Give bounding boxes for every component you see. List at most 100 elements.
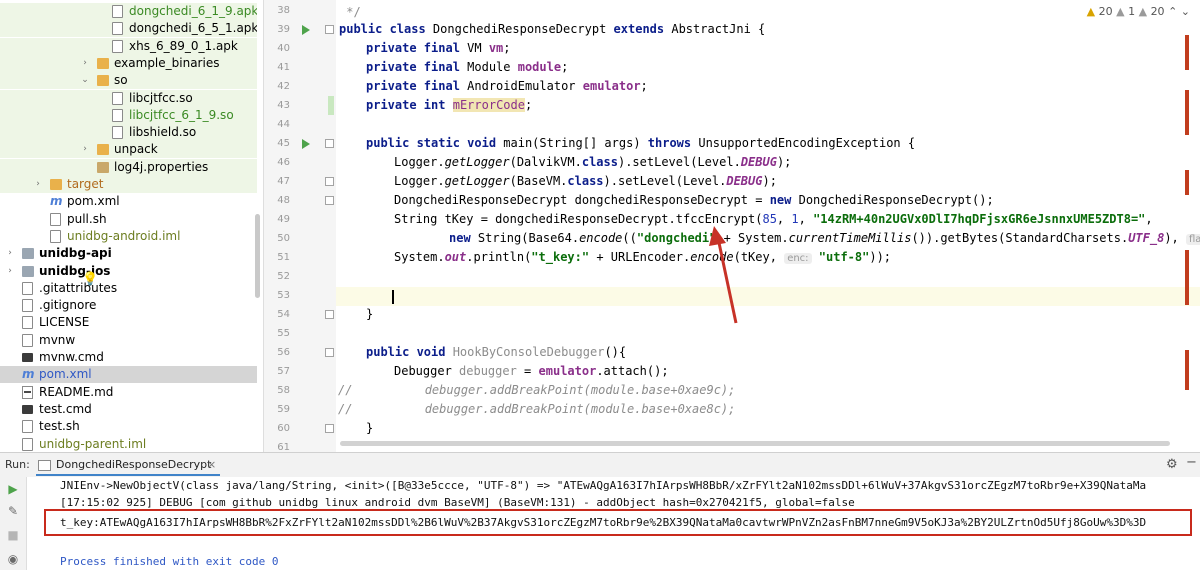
tree-item[interactable]: unidbg-parent.iml <box>0 436 257 453</box>
error-stripe-mark[interactable] <box>1185 170 1189 195</box>
fold-icon[interactable] <box>325 196 334 205</box>
tree-item[interactable]: xhs_6_89_0_1.apk <box>0 37 257 55</box>
code-line-40: private final VM vm; <box>366 41 511 55</box>
code-line-56: public void HookByConsoleDebugger(){ <box>366 345 627 359</box>
fold-icon[interactable] <box>325 139 334 148</box>
line-number: 53 <box>277 290 290 301</box>
line-number: 46 <box>277 157 290 168</box>
run-main-icon[interactable] <box>302 139 310 149</box>
folder-icon <box>97 75 109 87</box>
tree-item[interactable]: test.sh <box>0 418 257 435</box>
folder-icon <box>97 57 109 69</box>
tree-item[interactable]: mvnw <box>0 332 257 349</box>
tree-item-label: dongchedi_6_5_1.apk <box>129 21 257 36</box>
chevron-down-icon[interactable]: ⌄ <box>80 72 90 89</box>
tree-item[interactable]: libshield.so <box>0 124 257 142</box>
tree-item-label: LICENSE <box>39 315 90 330</box>
error-stripe-mark[interactable] <box>1185 250 1189 305</box>
line-number: 56 <box>277 347 290 358</box>
chevron-right-icon[interactable]: › <box>80 141 90 158</box>
line-number: 58 <box>277 385 290 396</box>
tree-item-label: log4j.properties <box>114 159 209 174</box>
tree-item[interactable]: dongchedi_6_1_9.apk <box>0 3 257 20</box>
line-number: 59 <box>277 404 290 415</box>
typo-icon: ▲ <box>1138 5 1148 18</box>
tree-item[interactable]: test.cmd <box>0 401 257 418</box>
vcs-change-marker[interactable] <box>328 96 334 115</box>
line-number: 47 <box>277 176 290 187</box>
error-stripe-mark[interactable] <box>1185 35 1189 70</box>
chevron-down-icon[interactable]: ⌄ <box>1181 5 1190 18</box>
warning-icon: ▲ <box>1086 5 1096 18</box>
code-editor[interactable]: */ public class DongchediResponseDecrypt… <box>336 0 1200 452</box>
close-tab-icon[interactable]: × <box>207 456 216 474</box>
run-toolbar: ▶ ✎ ■ ◉ <box>0 477 27 570</box>
lightbulb-icon[interactable]: 💡 <box>82 272 98 287</box>
project-tree-scrollbar[interactable] <box>255 214 260 298</box>
tree-item[interactable]: mvnw.cmd <box>0 349 257 366</box>
minimize-icon[interactable]: − <box>1186 455 1197 470</box>
chevron-up-icon[interactable]: ⌃ <box>1168 5 1177 18</box>
editor-horizontal-scrollbar[interactable] <box>340 441 1170 446</box>
tree-item[interactable]: libcjtfcc.so <box>0 89 257 107</box>
chevron-right-icon[interactable]: › <box>80 55 90 72</box>
fold-icon[interactable] <box>325 177 334 186</box>
tree-item[interactable]: pull.sh <box>0 211 257 228</box>
rerun-icon[interactable]: ▶ <box>7 483 19 495</box>
annotation-highlight-box <box>44 509 1192 536</box>
chevron-right-icon[interactable]: › <box>33 176 43 193</box>
folder-icon <box>97 144 109 156</box>
file-icon <box>22 316 33 330</box>
error-stripe-mark[interactable] <box>1185 90 1189 135</box>
chevron-right-icon[interactable]: › <box>5 263 15 280</box>
code-line-48: DongchediResponseDecrypt dongchediRespon… <box>394 193 994 207</box>
fold-icon[interactable] <box>325 25 334 34</box>
tree-item-label: unidbg-api <box>39 246 112 261</box>
tree-item[interactable]: › target <box>0 176 257 193</box>
tree-item[interactable]: ⌄ so <box>0 72 257 90</box>
tree-item[interactable]: › example_binaries <box>0 54 257 72</box>
tree-item[interactable]: › unidbg-api <box>0 245 257 262</box>
chevron-right-icon[interactable]: › <box>5 245 15 262</box>
gear-icon[interactable]: ⚙ <box>1166 457 1178 472</box>
fold-icon[interactable] <box>325 348 334 357</box>
file-icon <box>112 126 123 140</box>
tree-item[interactable]: LICENSE <box>0 314 257 331</box>
tree-item[interactable]: README.md <box>0 384 257 401</box>
fold-icon[interactable] <box>325 310 334 319</box>
tree-item[interactable]: .gitignore <box>0 297 257 314</box>
tree-item[interactable]: m pom.xml <box>0 366 257 384</box>
console-line: JNIEnv->NewObjectV(class java/lang/Strin… <box>60 479 1147 492</box>
line-number: 54 <box>277 309 290 320</box>
error-stripe-mark[interactable] <box>1185 350 1189 390</box>
tree-item[interactable]: log4j.properties <box>0 158 257 176</box>
tree-item[interactable]: dongchedi_6_5_1.apk <box>0 20 257 38</box>
tree-item-label: unidbg-android.iml <box>67 228 181 243</box>
code-line-49: String tKey = dongchediResponseDecrypt.t… <box>394 212 1153 226</box>
weak-warning-icon: ▲ <box>1116 5 1125 18</box>
line-number: 60 <box>277 423 290 434</box>
file-icon <box>50 212 61 226</box>
tree-item-label: mvnw <box>39 332 76 347</box>
line-number: 48 <box>277 195 290 206</box>
tree-item[interactable]: libcjtfcc_6_1_9.so <box>0 106 257 124</box>
fold-icon[interactable] <box>325 424 334 433</box>
tree-item-label: pom.xml <box>67 194 120 209</box>
camera-icon[interactable]: ◉ <box>7 553 19 565</box>
inspection-widget[interactable]: ▲ 20 ▲ 1 ▲ 20 ⌃ ⌄ <box>1087 5 1190 18</box>
line-number: 41 <box>277 62 290 73</box>
file-icon <box>50 229 61 243</box>
tree-item[interactable]: unidbg-android.iml <box>0 228 257 245</box>
tree-item[interactable]: › unpack <box>0 141 257 159</box>
active-tab-indicator <box>36 474 220 476</box>
run-class-icon[interactable] <box>302 25 310 35</box>
wrench-icon[interactable]: ✎ <box>7 505 19 517</box>
code-line-46: Logger.getLogger(DalvikVM.class).setLeve… <box>394 155 792 169</box>
stop-icon[interactable]: ■ <box>7 529 19 541</box>
tree-item[interactable]: m pom.xml <box>0 193 257 210</box>
code-line-47: Logger.getLogger(BaseVM.class).setLevel(… <box>394 174 777 188</box>
tree-item[interactable]: › unidbg-ios <box>0 263 257 280</box>
run-tab-title[interactable]: DongchediResponseDecrypt <box>56 456 211 474</box>
tree-item-label: mvnw.cmd <box>39 350 104 364</box>
tree-item[interactable]: .gitattributes <box>0 280 257 297</box>
